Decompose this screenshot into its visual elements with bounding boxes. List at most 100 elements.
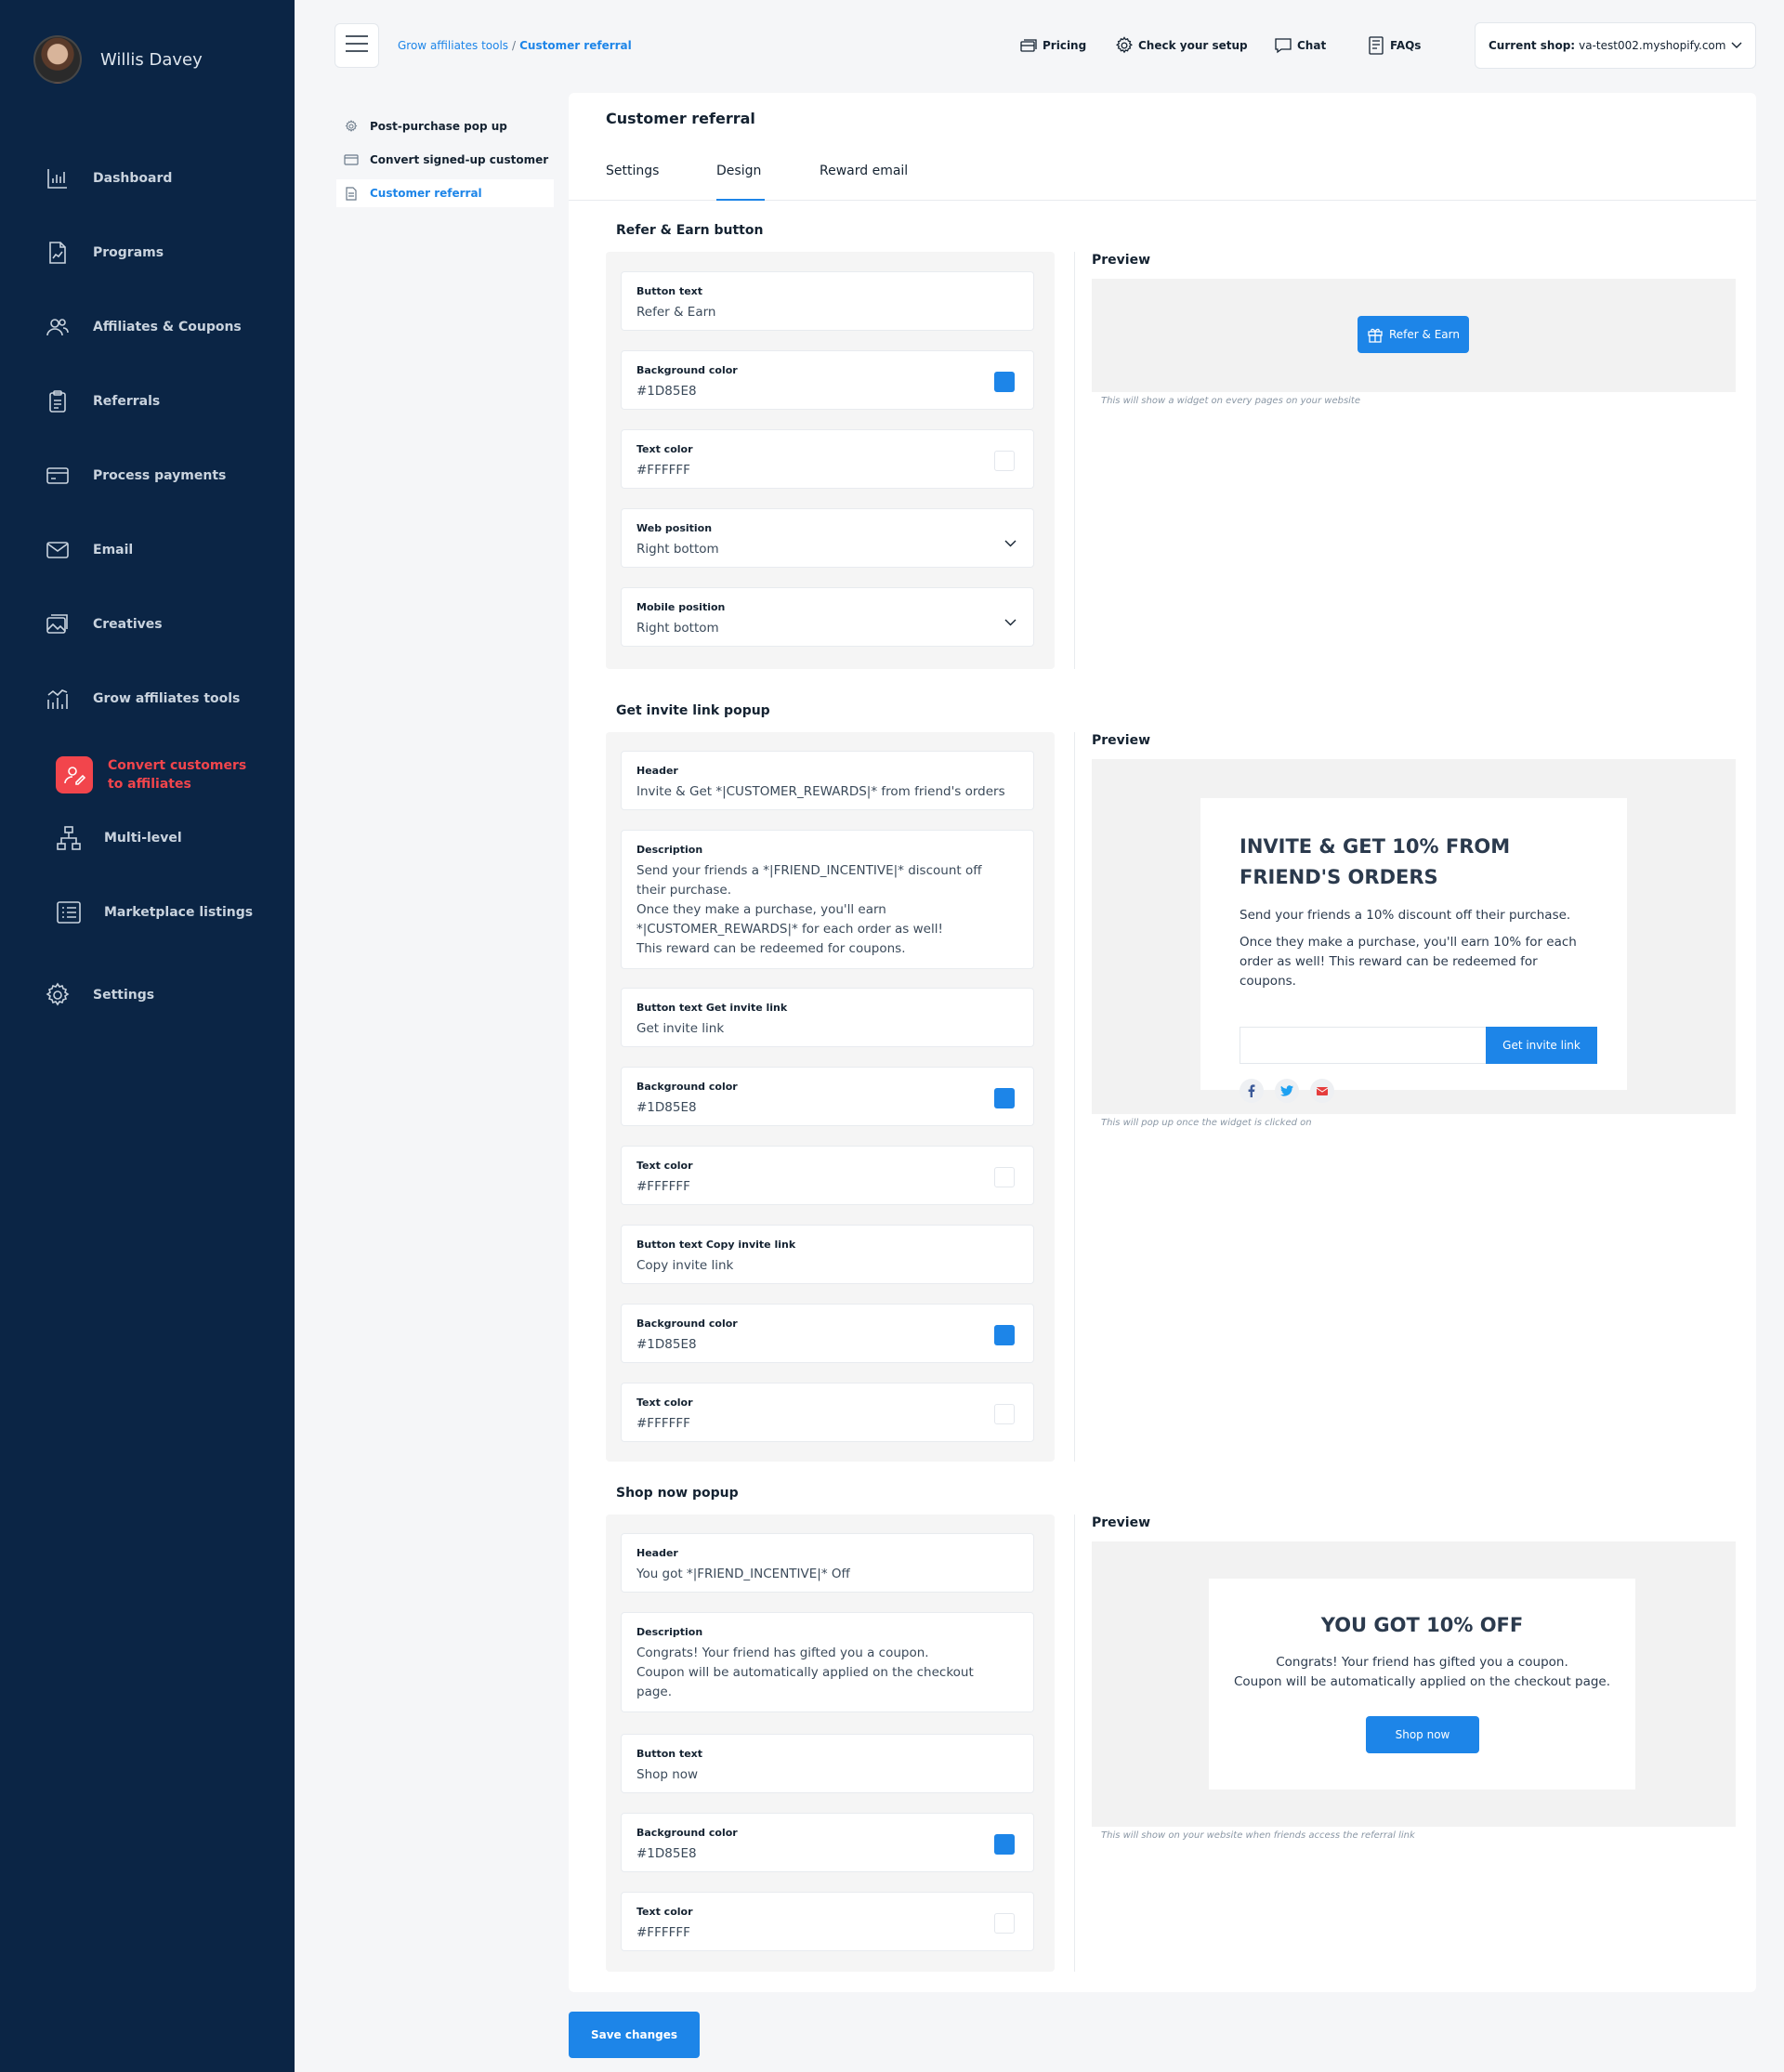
- color-swatch[interactable]: [994, 1834, 1015, 1855]
- preview-note: This will pop up once the widget is clic…: [1101, 1118, 1312, 1128]
- header-field[interactable]: Header Invite & Get *|CUSTOMER_REWARDS|*…: [621, 751, 1034, 810]
- background-color-field[interactable]: Background color #1D85E8: [621, 1813, 1034, 1872]
- description-field[interactable]: Description Congrats! Your friend has gi…: [621, 1612, 1034, 1712]
- tab-settings[interactable]: Settings: [606, 164, 659, 201]
- pricing-label: Pricing: [1043, 39, 1087, 52]
- field-value: Refer & Earn: [636, 305, 716, 320]
- field-value: #FFFFFF: [636, 463, 690, 478]
- refer-earn-form-panel: Button text Refer & Earn Background colo…: [606, 252, 1055, 669]
- background-color-field[interactable]: Background color #1D85E8: [621, 350, 1034, 410]
- tab-design[interactable]: Design: [716, 164, 765, 201]
- text-color-field[interactable]: Text color #FFFFFF: [621, 1892, 1034, 1951]
- button-text-field[interactable]: Button text Shop now: [621, 1734, 1034, 1793]
- section-title-refer-earn: Refer & Earn button: [616, 223, 764, 238]
- text-color-field[interactable]: Text color #FFFFFF: [621, 1146, 1034, 1205]
- subnav-item-post-purchase-popup[interactable]: Post-purchase pop up: [336, 112, 554, 140]
- faqs-link[interactable]: FAQs: [1366, 35, 1421, 56]
- user-profile[interactable]: Willis Davey: [33, 35, 203, 84]
- avatar: [33, 35, 82, 84]
- sidebar-item-referrals[interactable]: Referrals: [45, 383, 160, 420]
- color-swatch[interactable]: [994, 1325, 1015, 1345]
- sidebar-item-marketplace-listings[interactable]: Marketplace listings: [56, 894, 253, 931]
- clipboard-icon: [45, 388, 71, 414]
- document-chart-icon: [45, 240, 71, 266]
- sidebar-item-affiliates-coupons[interactable]: Affiliates & Coupons: [45, 308, 242, 346]
- sidebar-item-label: Affiliates & Coupons: [93, 320, 242, 334]
- mobile-position-select[interactable]: Mobile position Right bottom: [621, 587, 1034, 647]
- sidebar-item-programs[interactable]: Programs: [45, 234, 164, 271]
- field-label: Button text Get invite link: [636, 1002, 788, 1014]
- background-color-field[interactable]: Background color #1D85E8: [621, 1304, 1034, 1363]
- field-label: Text color: [636, 1160, 693, 1172]
- background-color-field[interactable]: Background color #1D85E8: [621, 1067, 1034, 1126]
- color-swatch[interactable]: [994, 1088, 1015, 1108]
- pricing-link[interactable]: Pricing: [1018, 35, 1086, 56]
- bar-chart-icon: [45, 165, 71, 191]
- sidebar-item-dashboard[interactable]: Dashboard: [45, 160, 172, 197]
- chat-label: Chat: [1297, 39, 1327, 52]
- text-color-field[interactable]: Text color #FFFFFF: [621, 1383, 1034, 1442]
- color-swatch[interactable]: [994, 1404, 1015, 1424]
- field-value: #1D85E8: [636, 1337, 697, 1352]
- description-field[interactable]: Description Send your friends a *|FRIEND…: [621, 830, 1034, 969]
- sidebar-item-convert-customers[interactable]: Convert customers to affiliates: [56, 749, 247, 801]
- invite-popup-desc-line: Once they make a purchase, you'll earn 1…: [1240, 935, 1577, 989]
- faqs-label: FAQs: [1390, 39, 1422, 52]
- header-field[interactable]: Header You got *|FRIEND_INCENTIVE|* Off: [621, 1533, 1034, 1593]
- shop-now-form-panel: Header You got *|FRIEND_INCENTIVE|* Off …: [606, 1515, 1055, 1972]
- chat-link[interactable]: Chat: [1273, 35, 1326, 56]
- list-icon: [56, 899, 82, 925]
- subnav-item-convert-signed-up-customer[interactable]: Convert signed-up customer: [336, 146, 554, 174]
- sidebar-item-process-payments[interactable]: Process payments: [45, 457, 226, 494]
- button-text-field[interactable]: Button text Refer & Earn: [621, 271, 1034, 331]
- user-name: Willis Davey: [100, 49, 203, 70]
- field-label: Web position: [636, 522, 713, 534]
- preview-title: Preview: [1092, 733, 1151, 748]
- sidebar-item-label: Convert customers to affiliates: [108, 758, 247, 792]
- field-label: Button text: [636, 285, 703, 297]
- field-value: #FFFFFF: [636, 1179, 690, 1194]
- sidebar-item-label: Referrals: [93, 394, 161, 409]
- field-value: #FFFFFF: [636, 1416, 690, 1431]
- divider: [1074, 732, 1075, 1462]
- sidebar-item-grow-affiliates-tools[interactable]: Grow affiliates tools: [45, 680, 240, 717]
- invite-popup-form-panel: Header Invite & Get *|CUSTOMER_REWARDS|*…: [606, 732, 1055, 1462]
- invite-email-input[interactable]: [1240, 1027, 1486, 1064]
- refer-earn-preview-button[interactable]: Refer & Earn: [1358, 316, 1469, 353]
- sidebar-item-settings[interactable]: Settings: [45, 977, 154, 1014]
- subnav-item-label: Convert signed-up customer: [370, 153, 549, 166]
- field-label: Text color: [636, 1906, 693, 1918]
- get-invite-button-text-field[interactable]: Button text Get invite link Get invite l…: [621, 988, 1034, 1047]
- check-setup-label: Check your setup: [1138, 39, 1248, 52]
- tab-reward-email[interactable]: Reward email: [820, 164, 908, 201]
- field-label: Background color: [636, 1827, 738, 1839]
- color-swatch[interactable]: [994, 372, 1015, 392]
- menu-toggle-button[interactable]: [334, 23, 379, 68]
- subnav-item-customer-referral[interactable]: Customer referral: [336, 179, 554, 207]
- document-icon: [344, 186, 359, 201]
- subnav-item-label: Customer referral: [370, 187, 482, 200]
- color-swatch[interactable]: [994, 1913, 1015, 1934]
- text-color-field[interactable]: Text color #FFFFFF: [621, 429, 1034, 489]
- copy-invite-button-text-field[interactable]: Button text Copy invite link Copy invite…: [621, 1225, 1034, 1284]
- current-shop-select[interactable]: Current shop: va-test002.myshopify.com: [1475, 22, 1756, 69]
- sidebar-item-email[interactable]: Email: [45, 531, 133, 569]
- breadcrumb-parent[interactable]: Grow affiliates tools: [398, 39, 508, 52]
- sidebar-item-multi-level[interactable]: Multi-level: [56, 820, 182, 857]
- invite-popup-description: Send your friends a 10% discount off the…: [1240, 906, 1588, 991]
- color-swatch[interactable]: [994, 1167, 1015, 1187]
- check-setup-link[interactable]: Check your setup: [1114, 35, 1248, 56]
- sidebar-item-creatives[interactable]: Creatives: [45, 606, 163, 643]
- color-swatch[interactable]: [994, 451, 1015, 471]
- subnav-item-label: Post-purchase pop up: [370, 120, 507, 133]
- mail-icon[interactable]: [1310, 1079, 1334, 1103]
- tab-bar: Settings Design Reward email: [569, 158, 1756, 201]
- shop-now-popup-description: Congrats! Your friend has gifted you a c…: [1233, 1655, 1611, 1689]
- twitter-icon[interactable]: [1275, 1079, 1299, 1103]
- web-position-select[interactable]: Web position Right bottom: [621, 508, 1034, 568]
- shop-now-button[interactable]: Shop now: [1366, 1716, 1479, 1753]
- get-invite-link-button[interactable]: Get invite link: [1486, 1027, 1597, 1064]
- field-value: Congrats! Your friend has gifted you a c…: [636, 1646, 974, 1699]
- facebook-icon[interactable]: [1240, 1079, 1264, 1103]
- save-changes-button[interactable]: Save changes: [569, 2012, 700, 2058]
